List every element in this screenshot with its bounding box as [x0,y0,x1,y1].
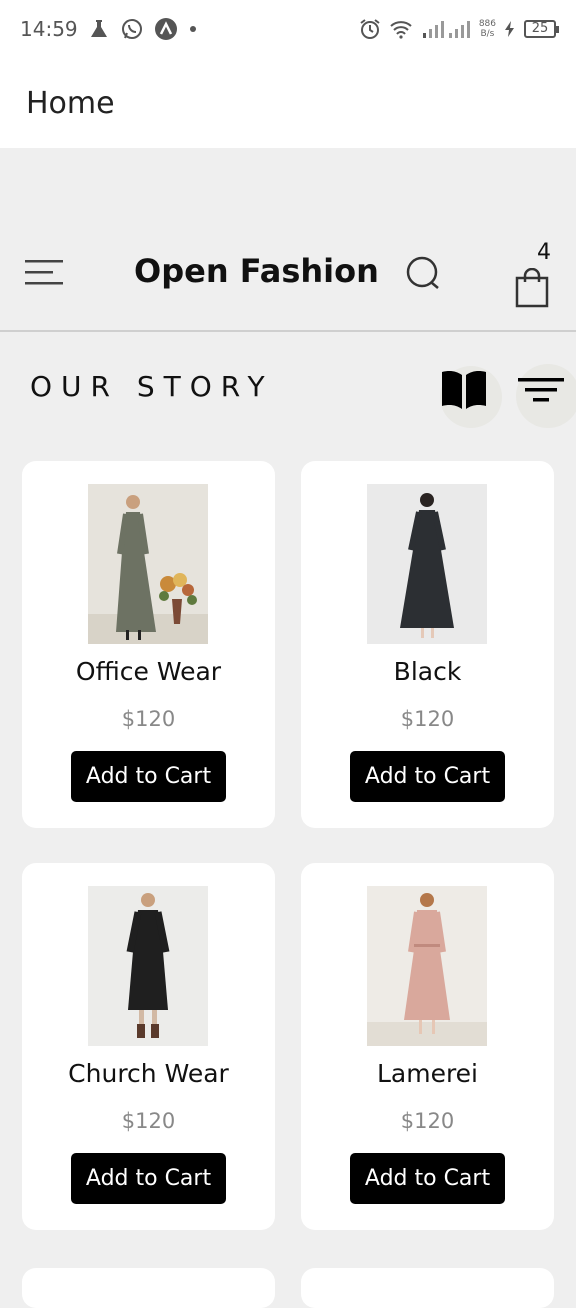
wifi-icon [389,19,413,39]
app-a-icon [154,17,178,41]
store-header: Open Fashion 4 [0,232,576,332]
status-time: 14:59 [20,17,78,41]
whatsapp-icon [120,17,144,41]
filter-button[interactable] [516,364,576,428]
app-bar: Home [0,58,576,148]
cart-count-badge: 4 [537,240,551,265]
product-image [367,886,487,1046]
charging-icon [504,20,516,38]
product-card-partial[interactable] [301,1268,554,1308]
product-price: $120 [121,707,176,731]
add-to-cart-button[interactable]: Add to Cart [350,1153,505,1204]
product-card-partial[interactable] [22,1268,275,1308]
product-price: $120 [400,707,455,731]
filter-icon [518,378,564,402]
product-card[interactable]: Church Wear $120 Add to Cart [22,863,275,1230]
menu-icon [25,260,63,285]
add-to-cart-button[interactable]: Add to Cart [71,1153,226,1204]
notification-dot-icon [188,24,198,34]
brand-title: Open Fashion [134,252,379,290]
story-button[interactable] [440,366,502,428]
add-to-cart-button[interactable]: Add to Cart [350,751,505,802]
product-card[interactable]: Black $120 Add to Cart [301,461,554,828]
flask-icon [88,18,110,40]
product-name: Office Wear [75,657,222,686]
product-name: Black [393,657,462,686]
search-icon [406,256,439,289]
product-image [88,484,208,644]
network-speed: 886 B/s [478,19,496,39]
add-to-cart-button[interactable]: Add to Cart [71,751,226,802]
status-bar: 14:59 886 B/s 25 [0,0,576,58]
product-name: Church Wear [68,1059,229,1088]
product-price: $120 [121,1109,176,1133]
shopping-bag-icon [515,267,549,308]
product-name: Lamerei [376,1059,479,1088]
section-title: OUR STORY [30,370,274,403]
menu-button[interactable] [25,258,65,288]
cart-button[interactable] [512,267,552,308]
product-image [367,484,487,644]
product-image [88,886,208,1046]
product-card[interactable]: Office Wear $120 Add to Cart [22,461,275,828]
signal-icon [421,19,471,39]
product-card[interactable]: Lamerei $120 Add to Cart [301,863,554,1230]
book-icon [442,371,486,409]
product-price: $120 [400,1109,455,1133]
search-button[interactable] [404,254,444,294]
app-bar-title: Home [26,85,115,121]
battery-indicator: 25 [524,20,559,38]
alarm-icon [359,18,381,40]
